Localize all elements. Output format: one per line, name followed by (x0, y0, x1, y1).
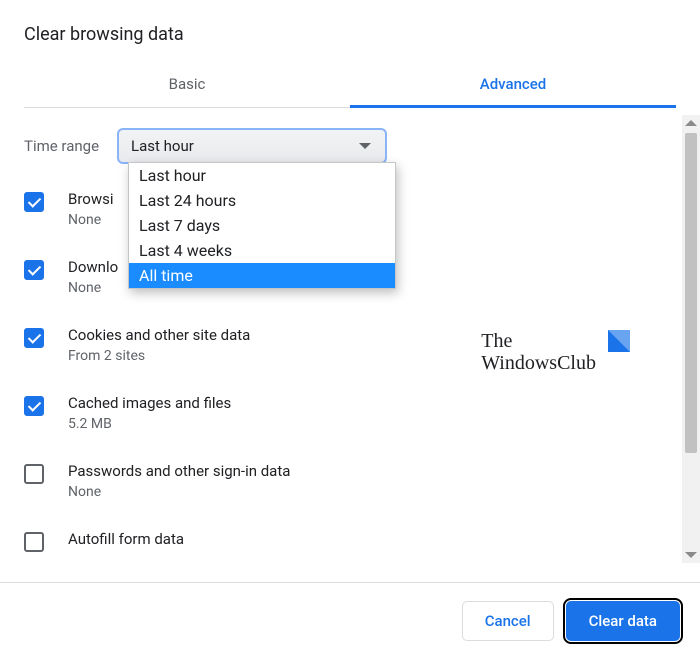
scrollbar-thumb[interactable] (685, 133, 697, 453)
checkbox-browsing-history[interactable] (24, 192, 44, 212)
scrollbar-down-icon[interactable] (685, 552, 697, 558)
option-title: Cached images and files (68, 394, 231, 412)
option-passwords: Passwords and other sign-in data None (24, 462, 676, 500)
option-subtitle: 5.2 MB (68, 416, 231, 432)
dropdown-option-last-24-hours[interactable]: Last 24 hours (129, 188, 395, 213)
option-cached-images: Cached images and files 5.2 MB (24, 394, 676, 432)
tab-advanced[interactable]: Advanced (350, 63, 676, 107)
checkbox-cookies[interactable] (24, 328, 44, 348)
option-subtitle: None (68, 484, 290, 500)
dropdown-option-all-time[interactable]: All time (129, 263, 395, 288)
clear-browsing-data-dialog: Clear browsing data Basic Advanced Time … (0, 0, 700, 658)
checkbox-autofill[interactable] (24, 532, 44, 552)
dropdown-option-last-7-days[interactable]: Last 7 days (129, 213, 395, 238)
watermark-line2: WindowsClub (481, 352, 596, 374)
checkbox-passwords[interactable] (24, 464, 44, 484)
scrollbar[interactable] (682, 115, 700, 563)
option-subtitle: None (68, 280, 118, 296)
clear-data-button[interactable]: Clear data (566, 601, 680, 641)
chevron-down-icon (359, 143, 371, 149)
scrollbar-up-icon[interactable] (685, 120, 697, 126)
option-title: Passwords and other sign-in data (68, 462, 290, 480)
option-autofill: Autofill form data (24, 530, 676, 552)
time-range-label: Time range (24, 137, 99, 155)
time-range-select[interactable]: Last hour (117, 128, 387, 164)
tab-basic[interactable]: Basic (24, 63, 350, 107)
watermark: The WindowsClub (481, 330, 630, 374)
option-title: Autofill form data (68, 530, 184, 548)
dialog-footer: Cancel Clear data (0, 582, 700, 658)
tabs: Basic Advanced (24, 63, 676, 108)
checkbox-download-history[interactable] (24, 260, 44, 280)
dropdown-option-last-hour[interactable]: Last hour (129, 163, 395, 188)
cancel-button[interactable]: Cancel (462, 601, 554, 641)
option-subtitle: None (68, 212, 114, 228)
dialog-title: Clear browsing data (24, 24, 676, 45)
time-range-row: Time range Last hour (24, 128, 676, 164)
windows-logo-icon (608, 330, 630, 352)
time-range-dropdown: Last hour Last 24 hours Last 7 days Last… (128, 162, 396, 289)
time-range-value: Last hour (131, 137, 194, 155)
dialog-body: Time range Last hour Last hour Last 24 h… (0, 108, 700, 556)
dialog-header: Clear browsing data Basic Advanced (0, 0, 700, 108)
dropdown-option-last-4-weeks[interactable]: Last 4 weeks (129, 238, 395, 263)
option-title: Cookies and other site data (68, 326, 250, 344)
watermark-line1: The (481, 330, 596, 352)
option-subtitle: From 2 sites (68, 348, 250, 364)
checkbox-cached-images[interactable] (24, 396, 44, 416)
option-title: Browsi (68, 190, 114, 208)
option-title: Downlo (68, 258, 118, 276)
